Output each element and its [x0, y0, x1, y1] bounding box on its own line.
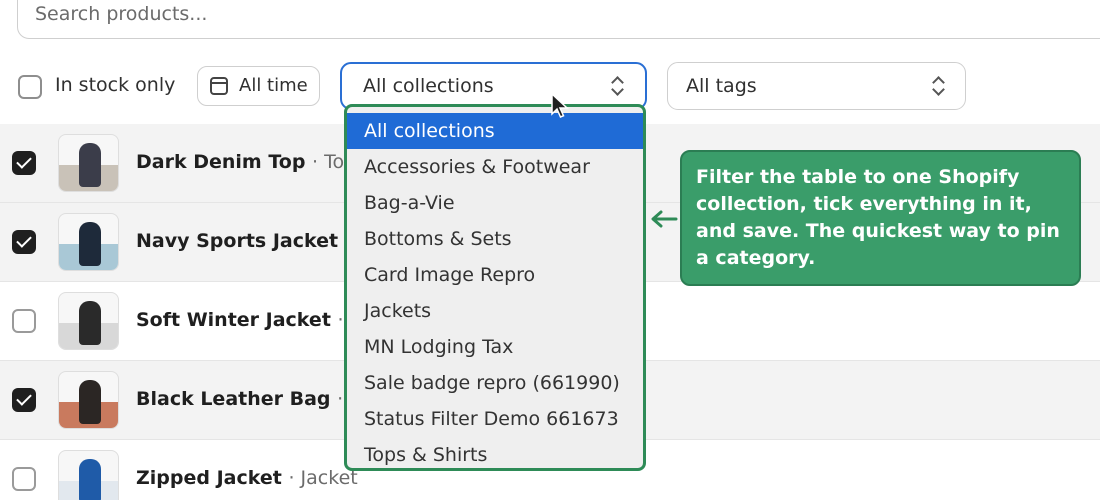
mouse-cursor-icon	[551, 93, 569, 118]
product-thumbnail	[58, 371, 119, 429]
tags-select-value: All tags	[686, 75, 757, 97]
row-checkbox[interactable]	[12, 467, 36, 491]
product-name[interactable]: Dark Denim Top · Top	[136, 151, 356, 173]
in-stock-label: In stock only	[55, 74, 176, 96]
collection-option[interactable]: Bottoms & Sets	[347, 221, 643, 257]
product-name[interactable]: Navy Sports Jacket · J	[136, 230, 362, 252]
collections-dropdown-menu: All collections Accessories & Footwear B…	[344, 104, 646, 471]
collection-option[interactable]: Sale badge repro (661990)	[347, 365, 643, 401]
chevron-updown-icon	[931, 76, 945, 96]
product-thumbnail	[58, 134, 119, 192]
product-name[interactable]: Black Leather Bag · Ba	[136, 388, 374, 410]
time-range-button[interactable]: All time	[197, 66, 320, 106]
product-thumbnail	[58, 450, 119, 500]
collection-option[interactable]: Status Filter Demo 661673	[347, 401, 643, 437]
row-checkbox[interactable]	[12, 230, 36, 254]
product-thumbnail	[58, 213, 119, 271]
chevron-updown-icon	[610, 76, 624, 96]
product-name[interactable]: Soft Winter Jacket · Ja	[136, 309, 367, 331]
arrow-left-icon	[651, 210, 678, 228]
collection-option[interactable]: Accessories & Footwear	[347, 149, 643, 185]
collection-option[interactable]: Jackets	[347, 293, 643, 329]
calendar-icon	[210, 77, 228, 95]
collection-option[interactable]: Tops & Shirts	[347, 437, 643, 468]
collection-option[interactable]: Card Image Repro	[347, 257, 643, 293]
annotation-callout: Filter the table to one Shopify collecti…	[680, 150, 1081, 286]
product-thumbnail	[58, 292, 119, 350]
row-checkbox[interactable]	[12, 388, 36, 412]
collections-select[interactable]: All collections	[340, 62, 647, 110]
callout-text: Filter the table to one Shopify collecti…	[696, 166, 1060, 269]
tags-select[interactable]: All tags	[667, 62, 966, 110]
search-placeholder: Search products...	[35, 3, 208, 25]
time-range-label: All time	[239, 75, 308, 96]
row-checkbox[interactable]	[12, 309, 36, 333]
collection-option[interactable]: All collections	[347, 113, 643, 149]
collections-select-value: All collections	[363, 75, 494, 97]
product-name[interactable]: Zipped Jacket · Jacket	[136, 467, 358, 489]
in-stock-checkbox[interactable]	[18, 75, 42, 99]
collection-option[interactable]: Bag-a-Vie	[347, 185, 643, 221]
collection-option[interactable]: MN Lodging Tax	[347, 329, 643, 365]
row-checkbox[interactable]	[12, 151, 36, 175]
